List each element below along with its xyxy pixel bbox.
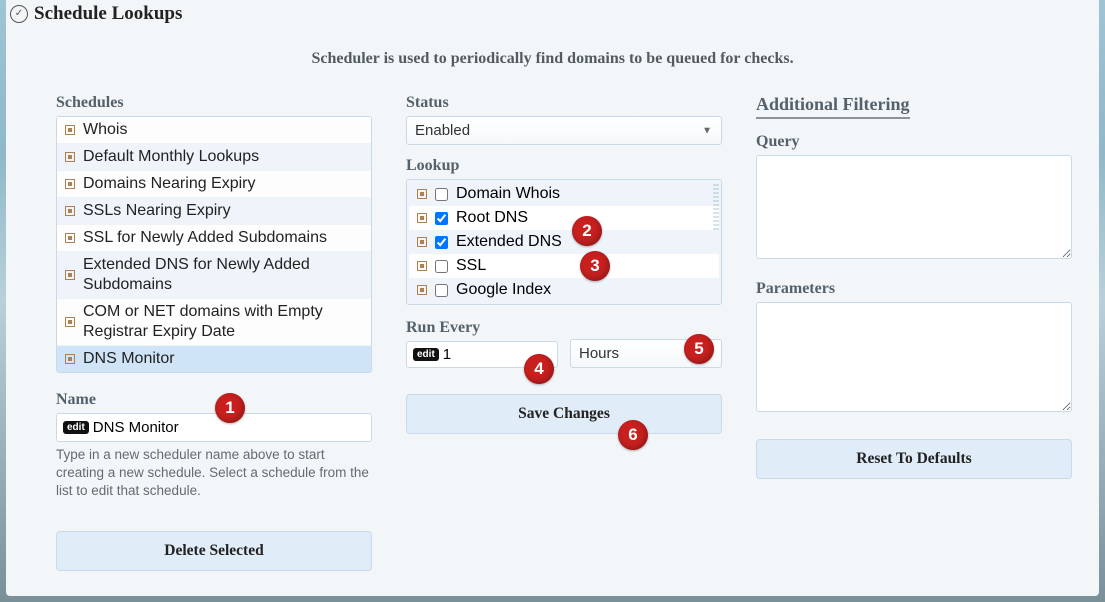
lookup-list[interactable]: Domain Whois Root DNS Extended DNS SSL Googl… xyxy=(406,179,722,305)
schedule-item-label: Whois xyxy=(83,120,127,140)
delete-selected-button[interactable]: Delete Selected xyxy=(56,531,372,571)
lookup-checkbox[interactable] xyxy=(435,284,448,297)
lookup-checkbox[interactable] xyxy=(435,236,448,249)
lookup-item[interactable]: Google Index xyxy=(409,278,719,302)
schedule-item[interactable]: Domains Nearing Expiry xyxy=(57,171,371,198)
callout-1: 1 xyxy=(215,393,245,423)
column-config: Status Lookup Domain Whois Root DNS Extend… xyxy=(406,94,722,571)
bullet-icon xyxy=(417,261,427,271)
schedule-item-label: COM or NET domains with Empty Registrar … xyxy=(83,302,363,342)
run-every-label: Run Every xyxy=(406,319,558,337)
lookup-item-label: Extended DNS xyxy=(456,233,562,251)
lookup-item[interactable]: Extended DNS xyxy=(409,230,719,254)
bullet-icon xyxy=(65,152,75,162)
lookup-item-label: Domain Whois xyxy=(456,185,560,203)
schedule-item-label: DNS Monitor xyxy=(83,349,175,369)
lookup-checkbox[interactable] xyxy=(435,260,448,273)
edit-badge: edit xyxy=(413,348,439,361)
callout-5: 5 xyxy=(684,334,714,364)
name-helper-text: Type in a new scheduler name above to st… xyxy=(56,446,372,501)
bullet-icon xyxy=(65,206,75,216)
lookup-item-label: Google Index xyxy=(456,281,551,299)
callout-2: 2 xyxy=(572,216,602,246)
callout-3: 3 xyxy=(580,251,610,281)
schedule-item[interactable]: Default Monthly Lookups xyxy=(57,144,371,171)
lookup-checkbox[interactable] xyxy=(435,188,448,201)
status-select[interactable] xyxy=(406,116,722,145)
schedule-item[interactable]: SSLs Nearing Expiry xyxy=(57,198,371,225)
bullet-icon xyxy=(417,285,427,295)
schedules-list[interactable]: Whois Default Monthly Lookups Domains Near… xyxy=(56,116,372,373)
lookup-item[interactable]: Root DNS xyxy=(409,206,719,230)
column-filtering: Additional Filtering Query Parameters Re… xyxy=(756,94,1072,571)
schedule-item-label: Default Monthly Lookups xyxy=(83,147,259,167)
bullet-icon xyxy=(65,179,75,189)
schedule-item[interactable]: Whois xyxy=(57,117,371,144)
panel-title: Schedule Lookups xyxy=(34,3,182,25)
schedule-item[interactable]: COM or NET domains with Empty Registrar … xyxy=(57,299,371,346)
query-label: Query xyxy=(756,133,1072,151)
parameters-label: Parameters xyxy=(756,280,1072,298)
bullet-icon xyxy=(65,354,75,364)
callout-6: 6 xyxy=(618,420,648,450)
name-input-wrap[interactable]: edit xyxy=(56,413,372,442)
columns: Schedules Whois Default Monthly Lookups Do… xyxy=(6,94,1099,591)
column-schedules: Schedules Whois Default Monthly Lookups Do… xyxy=(56,94,372,571)
schedule-item-label: SSLs Nearing Expiry xyxy=(83,201,231,221)
schedule-item-label: Extended DNS for Newly Added Subdomains xyxy=(83,255,363,295)
schedule-item[interactable]: SSL for Newly Added Subdomains xyxy=(57,225,371,252)
name-label: Name xyxy=(56,391,372,409)
bullet-icon xyxy=(417,189,427,199)
reset-to-defaults-button[interactable]: Reset To Defaults xyxy=(756,439,1072,479)
schedule-lookups-panel: ✓ Schedule Lookups Scheduler is used to … xyxy=(6,0,1099,596)
status-select-wrap[interactable] xyxy=(406,116,722,145)
lookup-item[interactable]: SSL xyxy=(409,254,719,278)
run-every-row: Run Every edit xyxy=(406,319,722,368)
schedule-item[interactable]: DNS Monitor xyxy=(57,346,371,372)
edit-badge: edit xyxy=(63,421,89,434)
status-label: Status xyxy=(406,94,722,112)
callout-4: 4 xyxy=(524,354,554,384)
schedule-item-label: Domains Nearing Expiry xyxy=(83,174,256,194)
lookup-item[interactable]: Domain Whois xyxy=(409,182,719,206)
schedule-item[interactable]: Extended DNS for Newly Added Subdomains xyxy=(57,252,371,299)
panel-header: ✓ Schedule Lookups xyxy=(6,0,1099,28)
collapse-icon[interactable]: ✓ xyxy=(10,5,28,23)
bullet-icon xyxy=(65,270,75,280)
query-textarea[interactable] xyxy=(756,155,1072,259)
bullet-icon xyxy=(65,125,75,135)
bullet-icon xyxy=(65,317,75,327)
panel-description: Scheduler is used to periodically find d… xyxy=(6,28,1099,94)
additional-filtering-heading: Additional Filtering xyxy=(756,94,910,119)
schedules-label: Schedules xyxy=(56,94,372,112)
schedule-item-label: SSL for Newly Added Subdomains xyxy=(83,228,327,248)
bullet-icon xyxy=(65,233,75,243)
bullet-icon xyxy=(417,237,427,247)
lookup-item-label: Root DNS xyxy=(456,209,528,227)
bullet-icon xyxy=(417,213,427,223)
parameters-textarea[interactable] xyxy=(756,302,1072,412)
save-changes-button[interactable]: Save Changes xyxy=(406,394,722,434)
lookup-label: Lookup xyxy=(406,157,722,175)
lookup-item-label: SSL xyxy=(456,257,486,275)
lookup-checkbox[interactable] xyxy=(435,212,448,225)
